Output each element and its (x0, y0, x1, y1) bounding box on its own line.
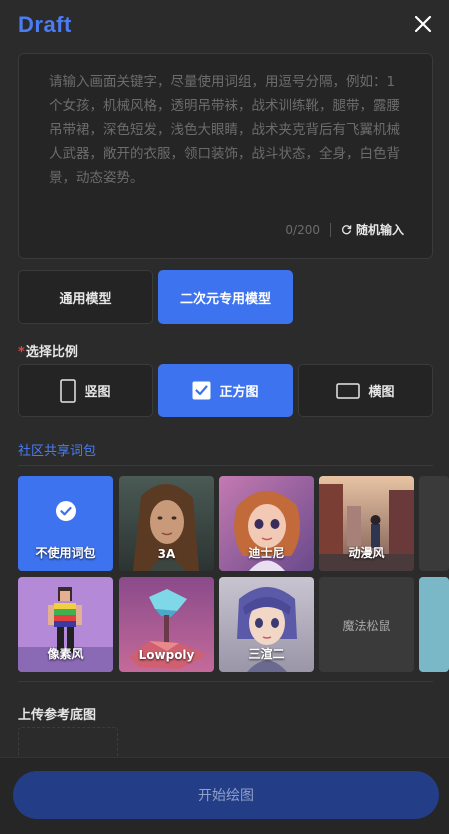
word-pack-cel-shading[interactable]: 三渲二 (219, 577, 314, 672)
prompt-placeholder: 请输入画面关键字，尽量使用词组，用逗号分隔，例如：1个女孩，机械风格，透明吊带袜… (49, 74, 400, 186)
word-pack-magic-squirrel[interactable]: 魔法松鼠 (319, 577, 414, 672)
word-pack-pixel[interactable]: 像素风 (18, 577, 113, 672)
word-pack-grid: 不使用词包 3A 迪士尼 动漫风 像素风 Lowpoly 三渲二 魔法松鼠 (18, 476, 449, 672)
app-logo: Draft (18, 12, 72, 37)
divider (329, 222, 331, 237)
check-circle-icon (56, 501, 76, 521)
upload-section-label: 上传参考底图 (18, 708, 97, 723)
header: Draft (0, 0, 449, 52)
ratio-option-square[interactable]: 正方图 (158, 364, 293, 417)
checkbox-checked-icon (192, 381, 211, 400)
ratio-section-label: *选择比例 (18, 341, 78, 360)
word-pack-none[interactable]: 不使用词包 (18, 476, 113, 571)
ratio-tabs: 竖图 正方图 横图 (18, 364, 433, 417)
landscape-ratio-icon (336, 382, 361, 399)
ratio-option-label: 横图 (368, 385, 395, 400)
word-pack-label: 迪士尼 (248, 546, 285, 560)
ratio-option-label: 竖图 (84, 385, 111, 400)
word-pack-partial[interactable] (419, 577, 449, 672)
model-tabs: 通用模型 二次元专用模型 (18, 270, 293, 324)
random-input-label: 随机输入 (355, 223, 404, 237)
word-pack-label: 不使用词包 (35, 546, 96, 560)
word-pack-3a[interactable]: 3A (119, 476, 214, 571)
word-pack-anime[interactable]: 动漫风 (319, 476, 414, 571)
close-icon[interactable] (413, 14, 433, 34)
word-pack-label: 魔法松鼠 (342, 619, 391, 633)
divider (18, 681, 433, 682)
word-pack-partial[interactable] (419, 476, 449, 571)
word-pack-label: 动漫风 (348, 546, 385, 560)
prompt-input[interactable]: 请输入画面关键字，尽量使用词组，用逗号分隔，例如：1个女孩，机械风格，透明吊带袜… (18, 53, 433, 259)
portrait-ratio-icon (60, 378, 77, 403)
random-input-button[interactable]: 随机输入 (341, 221, 404, 238)
ratio-option-portrait[interactable]: 竖图 (18, 364, 153, 417)
ratio-label: 选择比例 (25, 345, 78, 360)
tab-anime-model[interactable]: 二次元专用模型 (158, 270, 293, 324)
word-pack-label: Lowpoly (138, 648, 195, 662)
ratio-option-landscape[interactable]: 横图 (298, 364, 433, 417)
divider (18, 465, 433, 466)
word-pack-label: 像素风 (47, 647, 84, 661)
tab-general-model[interactable]: 通用模型 (18, 270, 153, 324)
community-packs-title: 社区共享词包 (18, 444, 97, 459)
word-pack-disney[interactable]: 迪士尼 (219, 476, 314, 571)
required-mark: * (18, 345, 25, 360)
word-pack-lowpoly[interactable]: Lowpoly (119, 577, 214, 672)
refresh-icon (341, 225, 352, 235)
word-pack-label: 3A (157, 547, 176, 561)
ratio-option-label: 正方图 (219, 385, 259, 400)
start-drawing-button[interactable]: 开始绘图 (13, 771, 439, 819)
char-counter: 0/200 (285, 222, 320, 237)
prompt-footer: 0/200 随机输入 (285, 221, 404, 238)
word-pack-label: 三渲二 (248, 647, 285, 661)
